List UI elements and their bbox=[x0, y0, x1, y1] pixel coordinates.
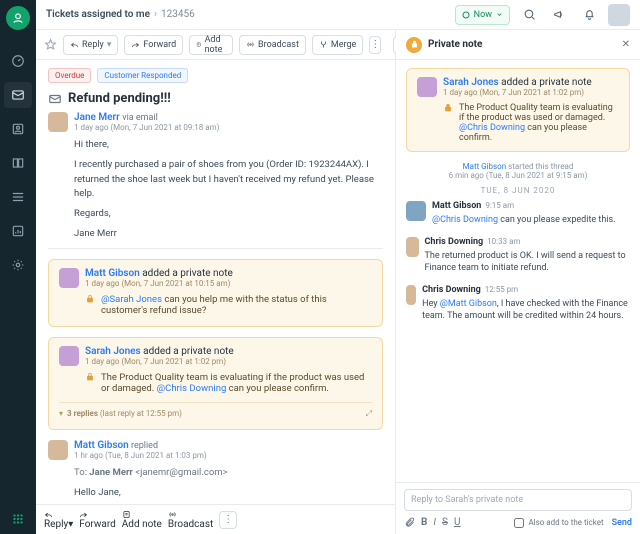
top-bar: Tickets assigned to me › 123456 Now bbox=[36, 0, 640, 30]
add-note-button[interactable]: Add note bbox=[189, 35, 233, 55]
also-add-to-ticket-checkbox[interactable]: Also add to the ticket bbox=[514, 518, 603, 528]
avatar bbox=[48, 440, 68, 460]
underline-icon[interactable]: U bbox=[454, 517, 460, 528]
lock-icon bbox=[443, 103, 453, 143]
tag-overdue: Overdue bbox=[48, 68, 91, 83]
nav-solutions[interactable] bbox=[4, 150, 32, 176]
nav-contacts[interactable] bbox=[4, 116, 32, 142]
tag-customer-responded: Customer Responded bbox=[97, 68, 188, 83]
thread-reply: Chris Downing12:55 pm Hey @Matt Gibson, … bbox=[406, 285, 630, 323]
send-button[interactable]: Send bbox=[612, 518, 632, 528]
search-icon[interactable] bbox=[518, 4, 540, 26]
now-dropdown[interactable]: Now bbox=[455, 5, 510, 25]
strike-icon[interactable]: S bbox=[442, 517, 448, 528]
profile-avatar[interactable] bbox=[608, 4, 630, 26]
broadcast-button[interactable]: Broadcast bbox=[239, 35, 306, 55]
more-actions-icon[interactable]: ⋮ bbox=[219, 511, 237, 529]
breadcrumb[interactable]: Tickets assigned to me › 123456 bbox=[46, 9, 195, 20]
forward-button[interactable]: Forward bbox=[124, 35, 183, 55]
thread-reply: Chris Downing10:33 am The returned produ… bbox=[406, 237, 630, 275]
mention[interactable]: @Sarah Jones bbox=[101, 294, 162, 305]
bottom-action-bar: Reply▾ Forward Add note Broadcast ⋮ bbox=[36, 504, 395, 534]
forward-button[interactable]: Forward bbox=[79, 510, 116, 530]
ticket-subject: Refund pending!!! bbox=[68, 91, 171, 106]
now-label: Now bbox=[474, 10, 492, 20]
reply-input[interactable]: Reply to Sarah's private note bbox=[404, 489, 632, 511]
more-actions-icon[interactable]: ⋮ bbox=[369, 36, 381, 54]
agent-reply: Matt Gibson replied 1 hr ago (Tue, 8 Jun… bbox=[48, 440, 383, 505]
announce-icon[interactable] bbox=[548, 4, 570, 26]
attachment-icon[interactable] bbox=[404, 517, 415, 528]
private-note: Matt Gibson added a private note 1 day a… bbox=[48, 259, 383, 327]
avatar bbox=[59, 346, 79, 366]
italic-icon[interactable]: I bbox=[433, 517, 436, 528]
nav-reports[interactable] bbox=[4, 218, 32, 244]
avatar bbox=[59, 268, 79, 288]
thread-replies-summary[interactable]: ▾ 3 replies (last reply at 12:55 pm) ⤢ bbox=[59, 402, 372, 419]
lock-icon bbox=[406, 37, 422, 53]
private-note-panel: Private note ✕ Sarah Jones added a priva… bbox=[396, 30, 640, 534]
nav-inbox[interactable] bbox=[4, 82, 32, 108]
brand-logo[interactable] bbox=[6, 6, 30, 30]
nav-settings[interactable] bbox=[4, 252, 32, 278]
sender-name[interactable]: Matt Gibson bbox=[74, 440, 129, 451]
ticket-toolbar: Reply▾ Forward Add note Broadcast Merge … bbox=[36, 30, 395, 60]
thread-reply: Matt Gibson9:15 am @Chris Downing can yo… bbox=[406, 201, 630, 227]
lock-icon bbox=[85, 372, 95, 382]
avatar bbox=[406, 201, 426, 221]
thread-compose: Reply to Sarah's private note B I S U Al… bbox=[396, 482, 640, 534]
notification-icon[interactable] bbox=[578, 4, 600, 26]
bold-icon[interactable]: B bbox=[421, 517, 427, 528]
customer-message: Jane Merr via email 1 day ago (Mon, 7 Ju… bbox=[48, 112, 383, 249]
broadcast-button[interactable]: Broadcast bbox=[168, 510, 213, 530]
sender-name[interactable]: Jane Merr bbox=[74, 112, 120, 123]
date-separator: TUE, 8 JUN 2020 bbox=[406, 186, 630, 195]
panel-title: Private note bbox=[428, 39, 482, 50]
avatar bbox=[406, 237, 419, 257]
nav-dashboard[interactable] bbox=[4, 48, 32, 74]
note-author[interactable]: Matt Gibson bbox=[85, 268, 140, 279]
thread-parent-note: Sarah Jones added a private note 1 day a… bbox=[406, 68, 630, 152]
lock-icon bbox=[85, 294, 95, 304]
envelope-icon bbox=[48, 92, 62, 106]
add-note-button[interactable]: Add note bbox=[122, 510, 162, 530]
app-switcher-icon[interactable] bbox=[11, 512, 25, 526]
thread-started-label: Matt Gibson started this thread6 min ago… bbox=[406, 162, 630, 180]
note-author[interactable]: Sarah Jones bbox=[85, 346, 141, 357]
breadcrumb-section: Tickets assigned to me bbox=[46, 9, 150, 20]
timestamp: 1 day ago (Mon, 7 Jun 2021 at 09:18 am) bbox=[74, 123, 219, 132]
breadcrumb-ticket-id: 123456 bbox=[161, 9, 195, 20]
close-icon[interactable]: ✕ bbox=[622, 39, 630, 50]
avatar bbox=[48, 112, 68, 132]
nav-layers[interactable] bbox=[4, 184, 32, 210]
reply-button[interactable]: Reply▾ bbox=[44, 510, 73, 530]
reply-button[interactable]: Reply▾ bbox=[63, 35, 118, 55]
collapse-handle-icon[interactable]: ⤢ bbox=[366, 409, 372, 419]
left-nav-rail bbox=[0, 0, 36, 534]
chevron-down-icon: ▾ bbox=[59, 409, 63, 418]
mention[interactable]: @Chris Downing bbox=[157, 383, 227, 394]
star-icon[interactable] bbox=[44, 38, 57, 51]
breadcrumb-separator: › bbox=[154, 9, 157, 20]
avatar bbox=[406, 285, 416, 305]
avatar bbox=[417, 77, 437, 97]
merge-button[interactable]: Merge bbox=[312, 35, 363, 55]
private-note: Sarah Jones added a private note 1 day a… bbox=[48, 337, 383, 430]
